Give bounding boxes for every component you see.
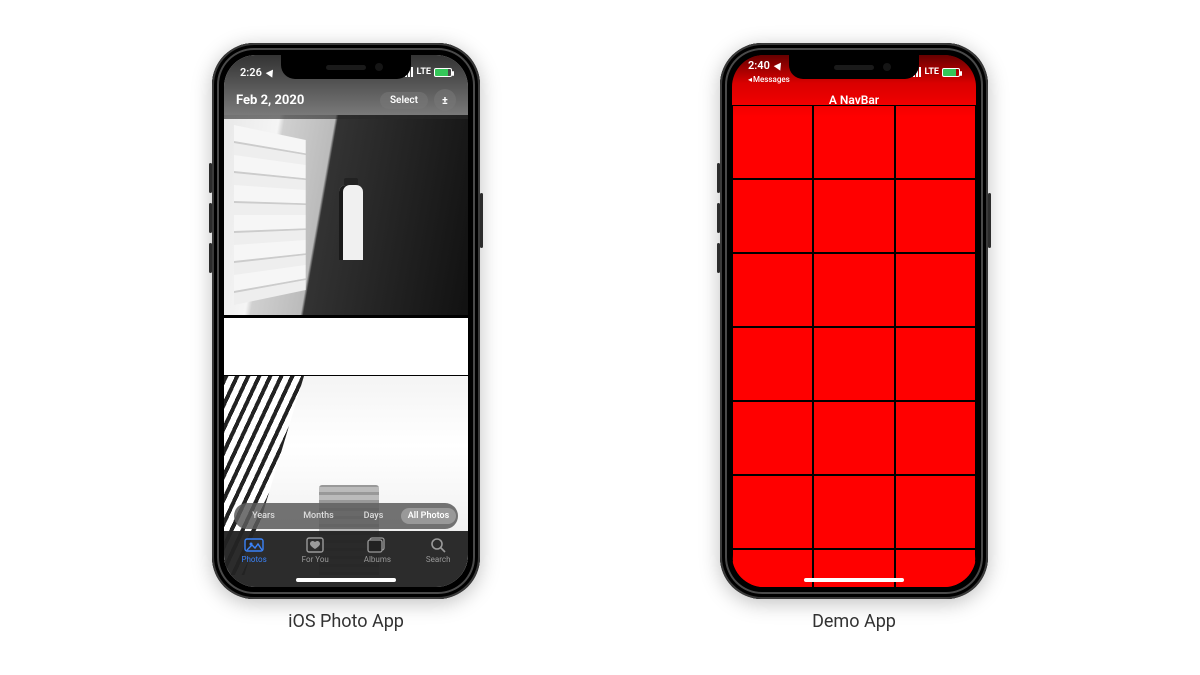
photos-app-root: 2:26 LTE Feb 2, 2020: [224, 55, 468, 587]
photo-thumbnail[interactable]: [224, 115, 468, 315]
photo-gap: [224, 315, 468, 375]
grid-cell[interactable]: [895, 327, 976, 401]
left-caption: iOS Photo App: [288, 611, 404, 632]
carrier-label: LTE: [924, 67, 939, 77]
screen-left: 2:26 LTE Feb 2, 2020: [224, 55, 468, 587]
tab-label: For You: [302, 555, 329, 564]
grid-cell[interactable]: [732, 549, 813, 587]
iphone-frame-left: 2:26 LTE Feb 2, 2020: [212, 43, 480, 599]
tab-albums[interactable]: Albums: [364, 537, 391, 564]
seg-months[interactable]: Months: [291, 508, 346, 524]
plus-minus-icon: ±: [442, 94, 448, 107]
home-indicator[interactable]: [296, 578, 396, 582]
tab-label: Albums: [364, 555, 391, 564]
grid-cell[interactable]: [732, 401, 813, 475]
tab-search[interactable]: Search: [426, 537, 451, 564]
grid-cell[interactable]: [895, 401, 976, 475]
grid-cell[interactable]: [813, 253, 894, 327]
search-icon: [428, 537, 448, 553]
options-button[interactable]: ±: [434, 89, 456, 111]
battery-icon: [434, 68, 452, 77]
tab-label: Photos: [241, 555, 266, 564]
select-button[interactable]: Select: [380, 92, 428, 109]
demo-app-root: 2:40 ◂ Messages LTE: [732, 55, 976, 587]
seg-years[interactable]: Years: [236, 508, 291, 524]
back-to-app-pill[interactable]: ◂ Messages: [748, 76, 790, 84]
battery-icon: [942, 68, 960, 77]
grid-cell[interactable]: [895, 253, 976, 327]
grid-cell[interactable]: [813, 401, 894, 475]
time-scale-segmented-control[interactable]: Years Months Days All Photos: [234, 503, 458, 529]
location-arrow-icon: [774, 60, 785, 70]
grid-cell[interactable]: [732, 179, 813, 253]
tab-photos[interactable]: Photos: [241, 537, 266, 564]
location-arrow-icon: [266, 67, 277, 77]
status-time: 2:26: [240, 66, 262, 79]
photos-icon: [244, 537, 264, 553]
grid-cell[interactable]: [813, 475, 894, 549]
screen-right: 2:40 ◂ Messages LTE: [732, 55, 976, 587]
seg-days[interactable]: Days: [346, 508, 401, 524]
demo-grid[interactable]: [732, 105, 976, 587]
tab-label: Search: [426, 555, 451, 564]
carrier-label: LTE: [416, 67, 431, 77]
right-caption: Demo App: [812, 611, 896, 632]
grid-cell[interactable]: [895, 179, 976, 253]
notch: [789, 55, 919, 79]
foryou-icon: [305, 537, 325, 553]
status-time: 2:40: [748, 60, 770, 71]
iphone-frame-right: 2:40 ◂ Messages LTE: [720, 43, 988, 599]
grid-cell[interactable]: [732, 253, 813, 327]
grid-cell[interactable]: [813, 179, 894, 253]
seg-all-photos[interactable]: All Photos: [401, 508, 456, 524]
left-phone-container: 2:26 LTE Feb 2, 2020: [212, 43, 480, 632]
grid-cell[interactable]: [732, 475, 813, 549]
tab-for-you[interactable]: For You: [302, 537, 329, 564]
albums-icon: [367, 537, 387, 553]
notch: [281, 55, 411, 79]
grid-cell[interactable]: [813, 327, 894, 401]
chevron-left-icon: ◂: [748, 76, 752, 84]
nav-bar: A NavBar: [732, 83, 976, 117]
back-label: Messages: [753, 76, 790, 84]
grid-cell[interactable]: [732, 327, 813, 401]
grid-cell[interactable]: [895, 475, 976, 549]
grid-cell[interactable]: [895, 549, 976, 587]
nav-title: A NavBar: [829, 93, 879, 107]
right-phone-container: 2:40 ◂ Messages LTE: [720, 43, 988, 632]
header-date: Feb 2, 2020: [236, 93, 304, 108]
home-indicator[interactable]: [804, 578, 904, 582]
